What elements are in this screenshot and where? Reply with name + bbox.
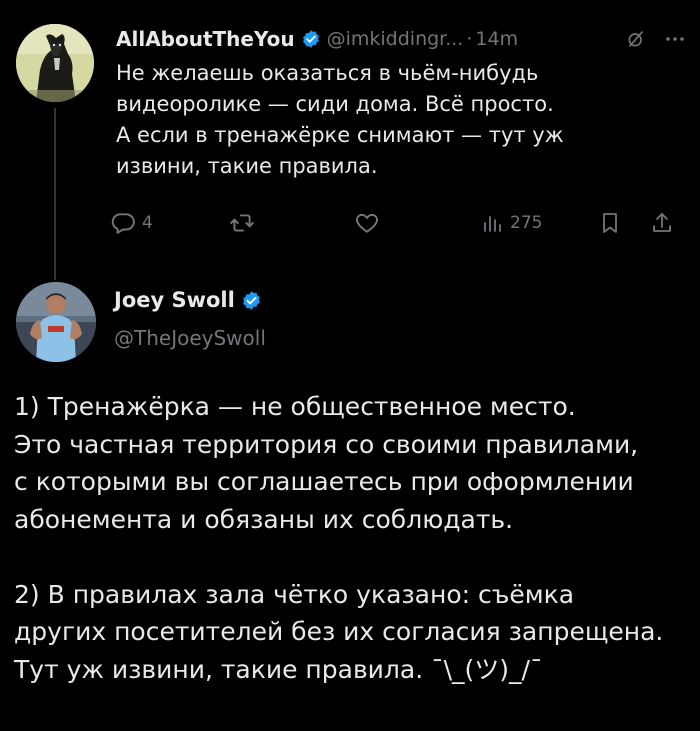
like-button[interactable] [354, 205, 380, 241]
reply-text-line: извини, такие правила. [116, 154, 378, 178]
reply-text-line: Не желаешь оказаться в чьём-нибудь [116, 61, 539, 85]
reply-tweet-text: Не желаешь оказаться в чьём-нибудь видео… [116, 58, 676, 182]
reply-count: 4 [142, 213, 153, 233]
views-button[interactable]: 275 [480, 205, 542, 241]
main-text-line: 1) Тренажёрка — не общественное место. [14, 392, 576, 421]
main-text-line: абонемента и обязаны их соблюдать. [14, 504, 514, 534]
main-text-line: Это частная территория со своими правила… [14, 429, 639, 459]
main-tweet-text: 1) Тренажёрка — не общественное место. Э… [14, 388, 694, 688]
main-text-line: с которыми вы соглашаетесь при оформлени… [14, 467, 634, 496]
share-button[interactable] [650, 205, 674, 241]
like-icon [354, 210, 380, 236]
bookmark-icon [598, 210, 622, 236]
verified-badge-icon [301, 29, 321, 49]
reply-author-handle[interactable]: @imkiddingr... [327, 28, 464, 50]
reply-tweet-header: AllAboutTheYou @imkiddingr... · 14m [116, 22, 686, 56]
verified-badge-icon [241, 290, 262, 311]
more-icon[interactable] [664, 29, 686, 49]
grok-icon[interactable] [626, 29, 646, 49]
main-author-avatar[interactable] [16, 282, 96, 362]
reply-text-line: А если в тренажёрке снимают — тут уж [116, 123, 564, 147]
main-author-handle[interactable]: @TheJoeySwoll [114, 326, 266, 350]
reply-action-bar: 4 275 [110, 205, 680, 241]
reply-author-avatar[interactable] [16, 24, 94, 102]
header-separator: · [466, 28, 473, 50]
main-author-name-row: Joey Swoll [114, 288, 268, 312]
reply-author-name[interactable]: AllAboutTheYou [116, 27, 295, 51]
main-text-line: других посетителей без их согласия запре… [14, 617, 664, 646]
views-count: 275 [510, 213, 543, 233]
main-text-line: 2) В правилах зала чётко указано: съёмка [14, 579, 575, 609]
main-author-name[interactable]: Joey Swoll [114, 288, 235, 312]
thread-connector-line [54, 108, 56, 280]
bookmark-button[interactable] [598, 205, 622, 241]
reply-text-line: видеоролике — сиди дома. Всё просто. [116, 92, 554, 116]
retweet-button[interactable] [228, 205, 256, 241]
views-icon [480, 210, 504, 236]
share-icon [650, 210, 674, 236]
reply-timestamp[interactable]: 14m [475, 28, 518, 50]
tweet-thread: AllAboutTheYou @imkiddingr... · 14m Не ж… [0, 0, 700, 731]
main-text-line: Тут уж извини, такие правила. ¯\_(ツ)_/¯ [14, 654, 543, 684]
reply-button[interactable]: 4 [110, 205, 153, 241]
retweet-icon [228, 210, 256, 236]
reply-icon [110, 210, 136, 236]
